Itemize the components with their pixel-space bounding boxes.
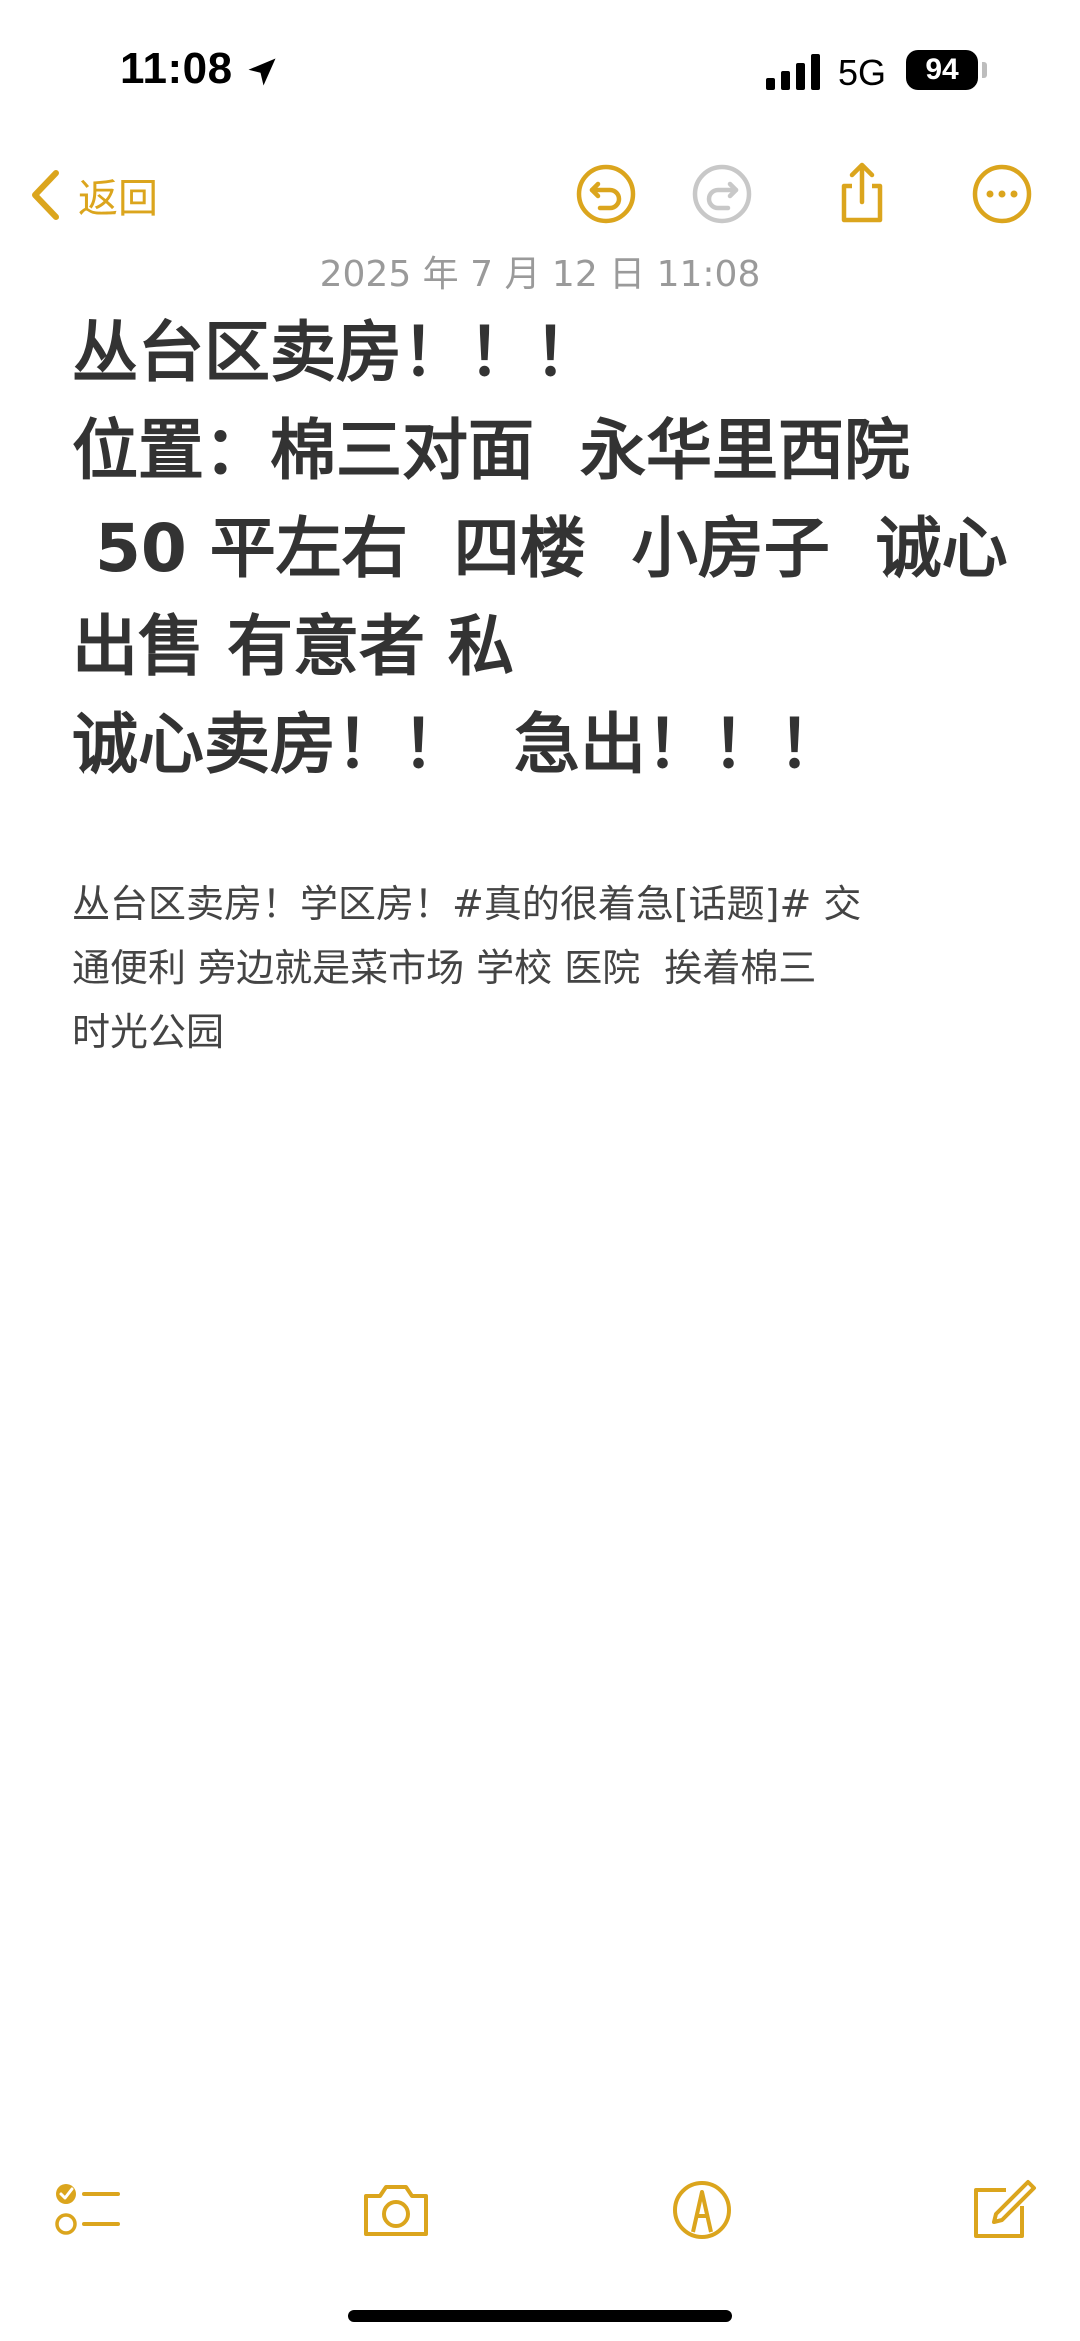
chevron-left-icon <box>32 170 59 220</box>
note-title-line: 位置：棉三对面 永华里西院 <box>72 412 910 489</box>
note-body[interactable]: 丛台区卖房！学区房！#真的很着急[话题]# 交 通便利 旁边就是菜市场 学校 医… <box>72 872 972 1064</box>
location-arrow-icon <box>248 58 276 86</box>
nav-bar: 返回 <box>0 150 1080 240</box>
home-indicator[interactable] <box>348 2310 732 2322</box>
status-bar: 11:08 5G 94 <box>0 0 1080 140</box>
note-title-line: 诚心卖房！！ 急出！！！ <box>72 706 844 783</box>
note-title-line: 50 平左右 四楼 小房子 诚心 <box>72 510 1008 587</box>
share-icon[interactable] <box>830 162 894 226</box>
markup-icon[interactable] <box>666 2178 738 2242</box>
checklist-icon[interactable] <box>52 2178 124 2242</box>
cellular-signal-icon <box>766 54 820 90</box>
note-date: 2025 年 7 月 12 日 11:08 <box>319 254 761 295</box>
undo-icon[interactable] <box>574 162 638 226</box>
note-body-line: 时光公园 <box>72 1010 225 1054</box>
note-body-line: 丛台区卖房！学区房！#真的很着急[话题]# 交 <box>72 882 862 926</box>
camera-icon[interactable] <box>360 2178 432 2242</box>
bottom-toolbar <box>0 2170 1080 2250</box>
redo-icon[interactable] <box>690 162 754 226</box>
battery-indicator: 94 <box>906 50 978 90</box>
status-time: 11:08 <box>120 44 233 93</box>
note-title[interactable]: 丛台区卖房！！！ 位置：棉三对面 永华里西院 50 平左右 四楼 小房子 诚心 … <box>72 304 1012 794</box>
back-label: 返回 <box>78 176 158 222</box>
back-button[interactable]: 返回 <box>28 160 158 230</box>
more-icon[interactable] <box>970 162 1034 226</box>
compose-icon[interactable] <box>966 2178 1038 2242</box>
note-body-line: 通便利 旁边就是菜市场 学校 医院 挨着棉三 <box>72 946 817 990</box>
note-title-line: 丛台区卖房！！！ <box>72 314 600 391</box>
note-title-line: 出售 有意者 私 <box>72 608 514 685</box>
battery-tip <box>982 62 987 78</box>
network-type: 5G <box>838 52 887 93</box>
